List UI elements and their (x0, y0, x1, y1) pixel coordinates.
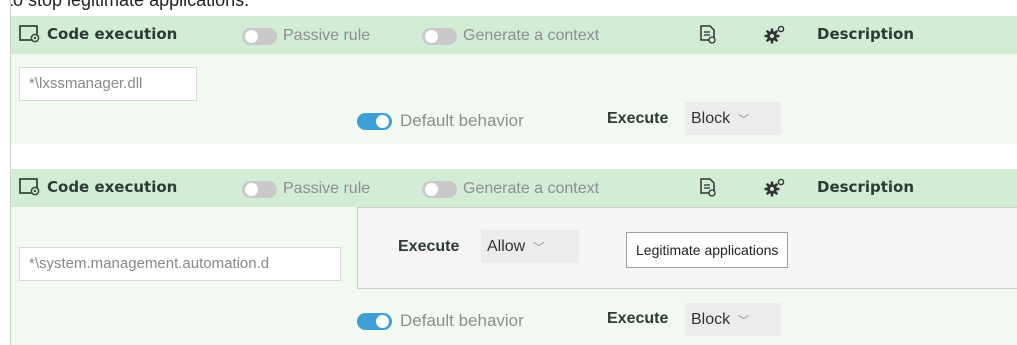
description-label: Description (817, 178, 915, 196)
rule-body: *\system.management.automation.d Execute… (11, 207, 1017, 345)
default-behavior-toggle[interactable]: Default behavior (357, 311, 524, 331)
popup-execute-label: Execute (398, 238, 460, 255)
popup-execute-select[interactable]: Allow ﹀ (481, 230, 579, 263)
generate-context-switch[interactable] (422, 180, 457, 198)
execute-label: Execute (607, 310, 669, 327)
rule-title: Code execution (19, 178, 177, 196)
gear-icon[interactable] (763, 25, 785, 45)
gear-icon[interactable] (763, 178, 785, 198)
rule-title-text: Code execution (47, 25, 178, 43)
default-behavior-label: Default behavior (400, 311, 524, 330)
execute-select-value: Block (691, 109, 731, 127)
legitimate-applications-button[interactable]: Legitimate applications (626, 232, 789, 268)
path-field[interactable]: *\lxssmanager.dll (19, 67, 197, 101)
rule-header: Code execution Passive rule Generate a c… (11, 169, 1017, 207)
generate-context-label: Generate a context (463, 27, 600, 44)
default-behavior-switch[interactable] (357, 112, 392, 130)
rule-header: Code execution Passive rule Generate a c… (11, 16, 1017, 54)
execute-label: Execute (607, 110, 669, 127)
chevron-down-icon: ﹀ (738, 314, 750, 327)
default-behavior-switch[interactable] (357, 312, 392, 330)
passive-rule-label: Passive rule (283, 27, 371, 44)
execute-select[interactable]: Block ﹀ (685, 102, 781, 135)
passive-rule-switch[interactable] (242, 27, 277, 45)
default-behavior-label: Default behavior (400, 111, 524, 130)
generate-context-toggle[interactable]: Generate a context (422, 180, 599, 198)
execute-select[interactable]: Block ﹀ (685, 303, 781, 336)
chevron-down-icon: ﹀ (533, 241, 545, 254)
separator (11, 144, 1017, 157)
default-behavior-toggle[interactable]: Default behavior (357, 111, 524, 131)
passive-rule-toggle[interactable]: Passive rule (242, 27, 370, 45)
description-label: Description (817, 25, 915, 43)
generate-context-switch[interactable] (422, 27, 457, 45)
cropped-heading-text: to stop legitimate applications. (8, 0, 250, 10)
passive-rule-toggle[interactable]: Passive rule (242, 180, 370, 198)
execute-select-value: Block (691, 310, 731, 328)
rule-title-text: Code execution (47, 178, 178, 196)
document-settings-icon[interactable] (699, 178, 717, 198)
exception-popup: Execute Allow ﹀ Legitimate applications (357, 207, 1017, 289)
left-border (0, 0, 11, 345)
code-execution-icon (19, 178, 40, 196)
document-settings-icon[interactable] (699, 25, 717, 45)
cropped-heading: to stop legitimate applications. (0, 0, 1017, 16)
code-execution-icon (19, 25, 40, 43)
generate-context-label: Generate a context (463, 180, 600, 197)
rule-body: *\lxssmanager.dll Default behavior Execu… (11, 54, 1017, 144)
generate-context-toggle[interactable]: Generate a context (422, 27, 599, 45)
rule-title: Code execution (19, 25, 177, 43)
passive-rule-label: Passive rule (283, 180, 371, 197)
popup-execute-select-value: Allow (487, 237, 526, 255)
chevron-down-icon: ﹀ (738, 113, 750, 126)
path-field[interactable]: *\system.management.automation.d (19, 247, 341, 281)
passive-rule-switch[interactable] (242, 180, 277, 198)
